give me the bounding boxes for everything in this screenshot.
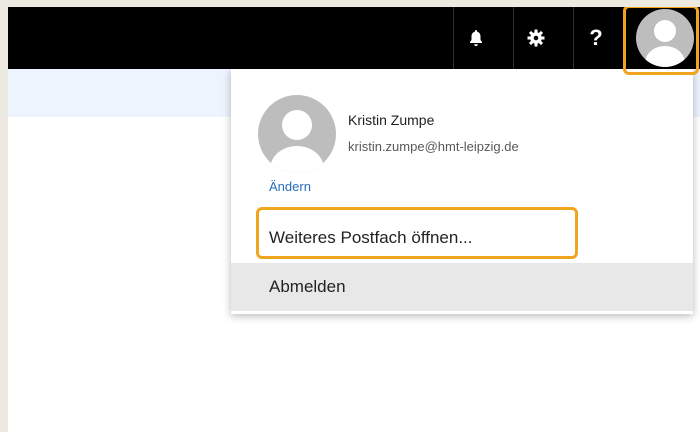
open-another-mailbox-label: Weiteres Postfach öffnen... [269, 228, 473, 247]
profile-avatar-icon [258, 95, 336, 173]
sign-out-label: Abmelden [269, 277, 346, 296]
profile-email: kristin.zumpe@hmt-leipzig.de [348, 139, 519, 154]
top-navigation-bar: ? [8, 7, 700, 69]
profile-name: Kristin Zumpe [348, 112, 435, 128]
help-icon: ? [589, 25, 603, 50]
sign-out-item[interactable]: Abmelden [231, 263, 693, 311]
change-photo-link[interactable]: Ändern [269, 179, 311, 194]
gear-icon [527, 29, 545, 47]
bell-icon [470, 30, 482, 46]
notifications-button[interactable] [454, 7, 498, 69]
help-button[interactable]: ? [574, 7, 618, 69]
open-another-mailbox-item[interactable]: Weiteres Postfach öffnen... [231, 214, 693, 262]
account-menu-dropdown: Kristin Zumpe kristin.zumpe@hmt-leipzig.… [231, 69, 693, 314]
settings-button[interactable] [514, 7, 558, 69]
user-avatar-icon [636, 9, 694, 67]
account-button[interactable] [630, 7, 700, 69]
app-window: ? Kristin Zumpe kristin.zumpe@hmt-leipzi… [8, 7, 700, 432]
